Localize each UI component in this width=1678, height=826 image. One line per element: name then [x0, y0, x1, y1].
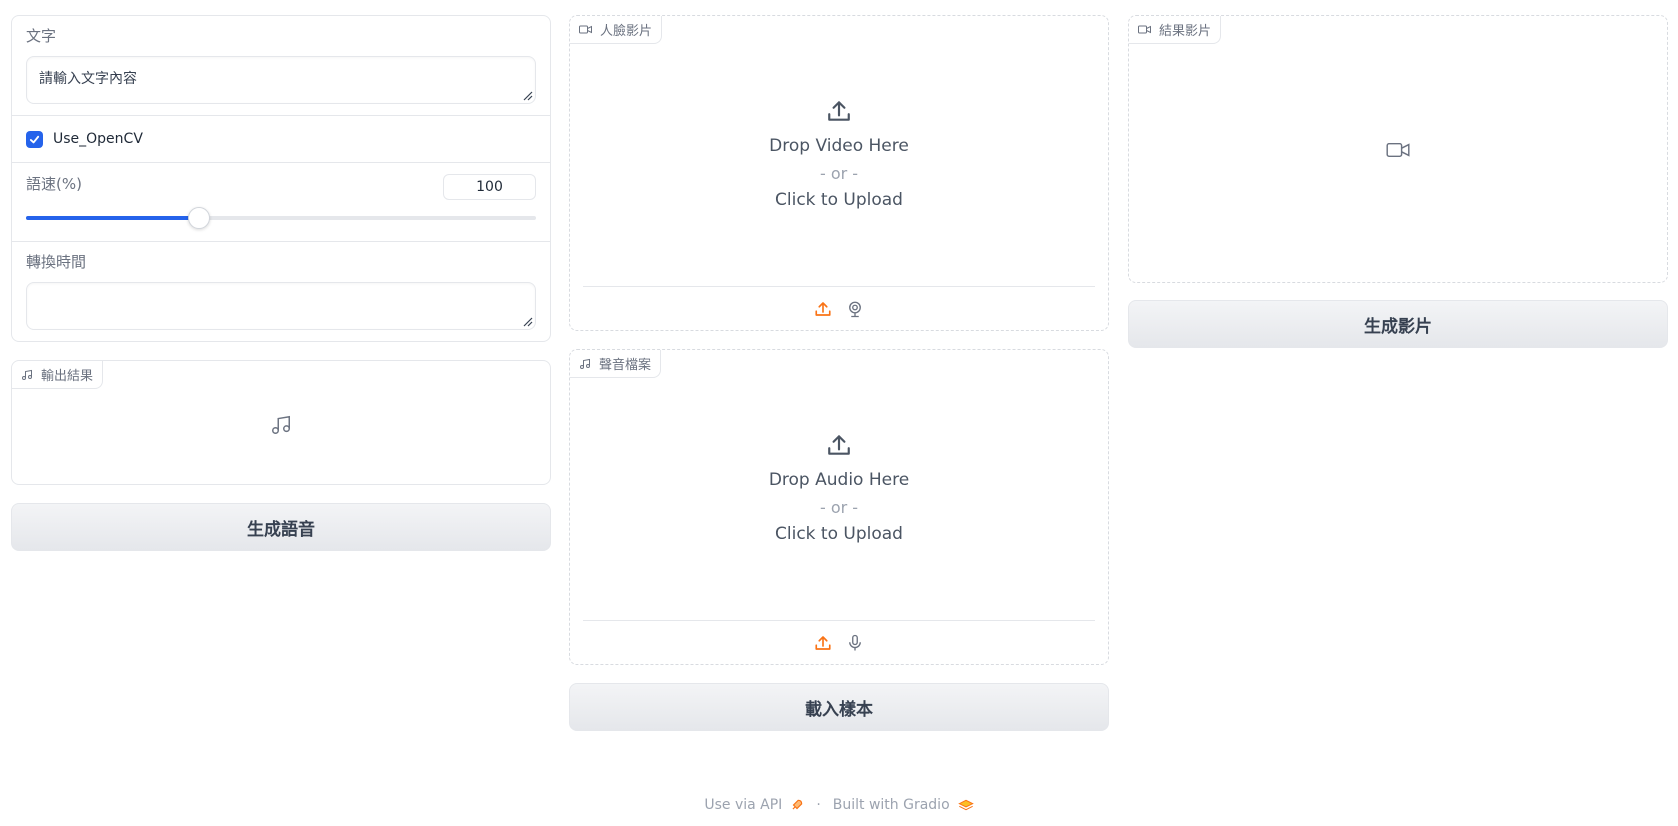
output-audio-label: 輸出結果 [41, 369, 94, 384]
audio-or-text: - or - [819, 498, 859, 517]
resize-handle-icon[interactable] [523, 91, 533, 101]
resize-handle-icon[interactable] [523, 317, 533, 327]
audio-upload-label: 聲音檔案 [599, 358, 652, 373]
time-output[interactable] [26, 282, 536, 330]
built-with-gradio-link[interactable]: Built with Gradio [833, 797, 950, 813]
video-drop-zone[interactable]: Drop Video Here - or - Click to Upload [570, 98, 1108, 214]
webcam-icon[interactable] [846, 300, 864, 318]
text-label: 文字 [26, 27, 57, 45]
audio-drop-text: Drop Audio Here [768, 470, 910, 490]
use-api-link[interactable]: Use via API [704, 797, 782, 813]
opencv-checkbox[interactable] [26, 130, 43, 148]
text-input-row: 文字 請輸入文字內容 [12, 16, 550, 116]
time-label: 轉換時間 [26, 253, 87, 271]
footer: Use via API · Built with Gradio [0, 797, 1678, 813]
video-or-text: - or - [819, 164, 859, 183]
video-camera-icon [1386, 142, 1410, 158]
right-column: 結果影片 生成影片 [1128, 15, 1668, 348]
video-drop-text: Drop Video Here [769, 136, 909, 156]
video-camera-icon [579, 25, 592, 34]
upload-source-icon[interactable] [814, 300, 832, 318]
audio-drop-zone[interactable]: Drop Audio Here - or - Click to Upload [570, 432, 1108, 548]
audio-click-upload: Click to Upload [775, 524, 903, 544]
audio-upload-block[interactable]: 聲音檔案 Drop Audio Here - or - Click to Upl… [569, 349, 1109, 665]
check-icon [29, 135, 40, 143]
speed-label: 語速(%) [26, 175, 82, 193]
time-row: 轉換時間 [12, 242, 550, 341]
rocket-icon [792, 799, 803, 810]
audio-source-bar [583, 620, 1095, 664]
video-upload-block[interactable]: 人臉影片 Drop Video Here - or - Click to Upl… [569, 15, 1109, 331]
result-video-tag: 結果影片 [1129, 16, 1222, 44]
upload-source-icon[interactable] [814, 634, 832, 652]
video-source-bar [583, 286, 1095, 330]
slider-thumb[interactable] [188, 207, 211, 229]
music-note-icon [580, 358, 590, 369]
middle-column: 人臉影片 Drop Video Here - or - Click to Upl… [569, 15, 1109, 731]
input-form: 文字 請輸入文字內容 Use_OpenCV 語速(%) 100 轉換時間 [11, 15, 551, 342]
text-input-placeholder: 請輸入文字內容 [39, 71, 137, 87]
left-column: 文字 請輸入文字內容 Use_OpenCV 語速(%) 100 轉換時間 輸出結… [11, 15, 551, 551]
text-input[interactable]: 請輸入文字內容 [26, 56, 536, 104]
opencv-checkbox-label: Use_OpenCV [53, 131, 143, 147]
video-camera-icon [1138, 25, 1151, 34]
speed-slider[interactable] [26, 206, 536, 230]
upload-icon [828, 435, 850, 455]
gradio-logo-icon [957, 799, 974, 811]
speed-row: 語速(%) 100 [12, 163, 550, 242]
result-video-block: 結果影片 [1128, 15, 1668, 283]
load-sample-button[interactable]: 載入樣本 [569, 683, 1109, 731]
video-click-upload: Click to Upload [775, 190, 903, 210]
music-note-icon [272, 415, 290, 434]
opencv-row: Use_OpenCV [12, 116, 550, 163]
slider-fill [26, 216, 200, 220]
output-audio-block: 輸出結果 [11, 360, 551, 485]
footer-separator: · [816, 797, 821, 813]
generate-speech-button[interactable]: 生成語音 [11, 503, 551, 551]
microphone-icon[interactable] [846, 634, 864, 652]
video-upload-tag: 人臉影片 [570, 16, 663, 44]
speed-number-input[interactable]: 100 [443, 174, 536, 200]
upload-icon [828, 101, 850, 121]
result-video-label: 結果影片 [1159, 24, 1212, 39]
audio-upload-tag: 聲音檔案 [570, 350, 662, 378]
video-upload-label: 人臉影片 [600, 24, 653, 39]
music-note-icon [22, 369, 32, 380]
output-audio-tag: 輸出結果 [12, 361, 104, 389]
generate-video-button[interactable]: 生成影片 [1128, 300, 1668, 348]
